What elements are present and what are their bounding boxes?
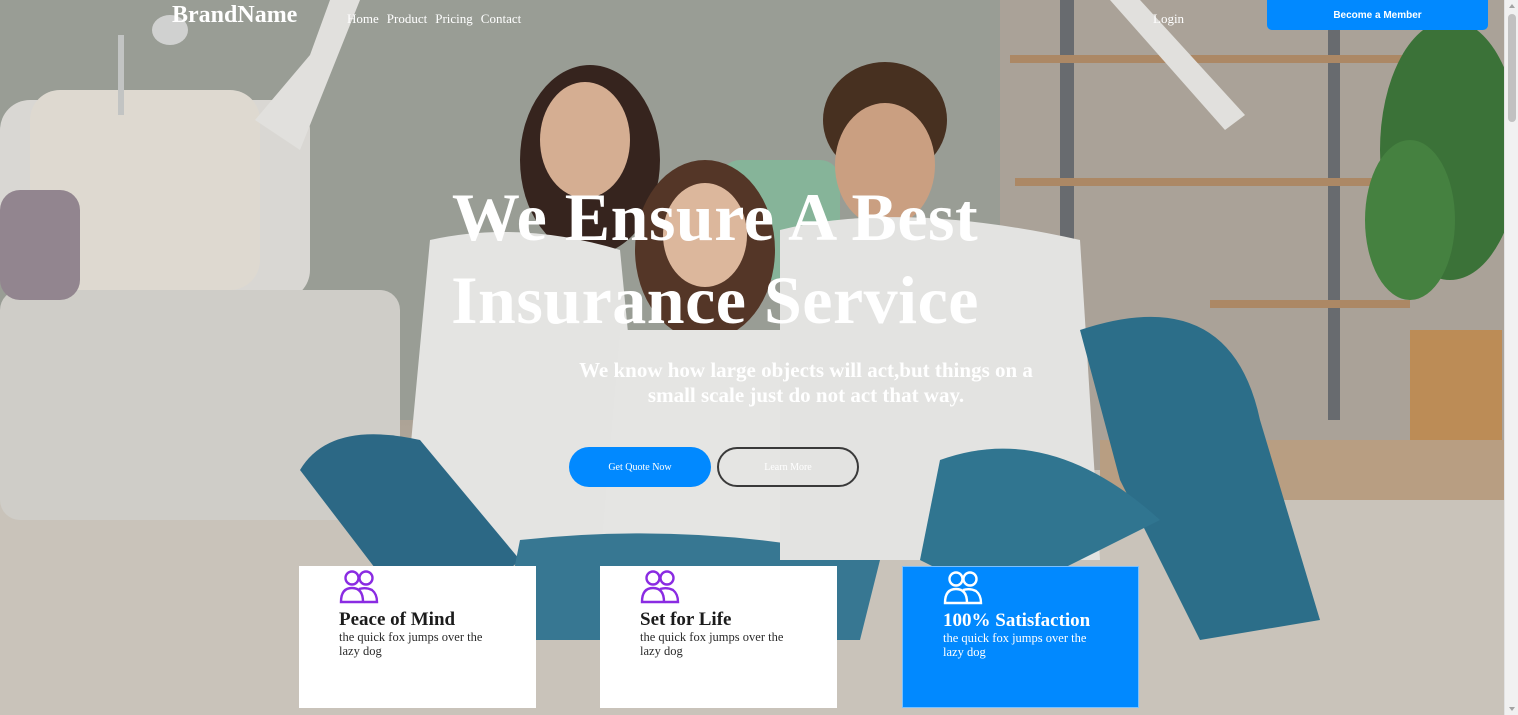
- login-link[interactable]: Login: [1153, 11, 1184, 27]
- hero-title-line-1: We Ensure A Best: [451, 179, 979, 255]
- nav-link-home[interactable]: Home: [347, 11, 379, 27]
- scroll-up-arrow-icon[interactable]: [1505, 0, 1518, 12]
- scroll-down-arrow-icon[interactable]: [1505, 703, 1518, 715]
- become-member-button[interactable]: Become a Member: [1267, 0, 1488, 30]
- feature-text: the quick fox jumps over the lazy dog: [640, 630, 784, 658]
- scroll-thumb[interactable]: [1508, 14, 1516, 122]
- users-icon: [339, 570, 379, 604]
- brand-logo[interactable]: BrandName: [172, 2, 297, 29]
- get-quote-button[interactable]: Get Quote Now: [569, 447, 711, 487]
- feature-title: 100% Satisfaction: [943, 610, 1091, 631]
- nav-link-contact[interactable]: Contact: [481, 11, 521, 27]
- hero-subtitle-line-1: We know how large objects will act,but t…: [579, 358, 1033, 382]
- hero-title-line-2: Insurance Service: [451, 262, 979, 338]
- feature-title: Peace of Mind: [339, 609, 456, 630]
- hero-subtitle-line-2: small scale just do not act that way.: [647, 383, 965, 407]
- hero-subtitle: We know how large objects will act,but t…: [556, 358, 1056, 408]
- feature-text: the quick fox jumps over the lazy dog: [943, 631, 1087, 659]
- nav-link-pricing[interactable]: Pricing: [435, 11, 473, 27]
- nav-link-product[interactable]: Product: [387, 11, 427, 27]
- feature-card-set-for-life: Set for Life the quick fox jumps over th…: [600, 566, 837, 708]
- learn-more-button[interactable]: Learn More: [717, 447, 859, 487]
- hero-title: We Ensure A Best Insurance Service: [420, 176, 1010, 342]
- feature-card-peace-of-mind: Peace of Mind the quick fox jumps over t…: [299, 566, 536, 708]
- feature-text: the quick fox jumps over the lazy dog: [339, 630, 483, 658]
- users-icon: [640, 570, 680, 604]
- feature-card-satisfaction: 100% Satisfaction the quick fox jumps ov…: [902, 566, 1139, 708]
- main-nav: Home Product Pricing Contact: [347, 11, 521, 27]
- users-icon: [943, 571, 983, 605]
- vertical-scrollbar[interactable]: [1504, 0, 1518, 715]
- feature-title: Set for Life: [640, 609, 732, 630]
